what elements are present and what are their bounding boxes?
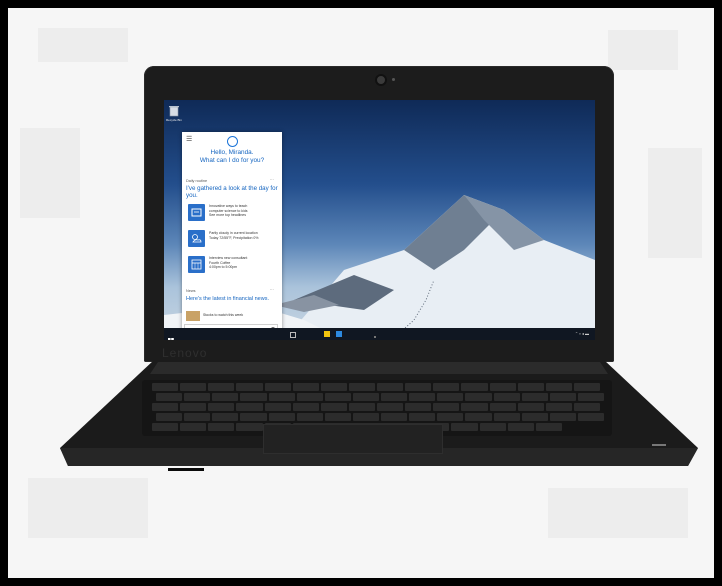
keyboard-key[interactable]	[535, 423, 562, 431]
keyboard-key[interactable]	[292, 383, 319, 391]
keyboard-key[interactable]	[180, 383, 207, 391]
keyboard-key[interactable]	[236, 383, 263, 391]
keyboard-key[interactable]	[208, 403, 235, 411]
keyboard-key[interactable]	[409, 413, 436, 421]
keyboard-key[interactable]	[577, 413, 604, 421]
keyboard-key[interactable]	[545, 383, 572, 391]
image-frame: Recycle Bin ☰ Hello, Miranda. What can I…	[0, 0, 722, 586]
keyboard-key[interactable]	[240, 413, 267, 421]
keyboard-key[interactable]	[348, 403, 375, 411]
keyboard-key[interactable]	[433, 383, 460, 391]
keyboard-key[interactable]	[381, 413, 408, 421]
keyboard-key[interactable]	[461, 383, 488, 391]
keyboard-key[interactable]	[264, 403, 291, 411]
keyboard-key[interactable]	[152, 423, 179, 431]
keyboard-key[interactable]	[236, 403, 263, 411]
keyboard-key[interactable]	[152, 403, 179, 411]
keyboard-key[interactable]	[489, 403, 516, 411]
keyboard-key[interactable]	[212, 393, 239, 401]
keyboard-key[interactable]	[152, 383, 179, 391]
touchpad[interactable]	[263, 424, 443, 454]
keyboard-key[interactable]	[208, 383, 235, 391]
keyboard-key[interactable]	[184, 393, 211, 401]
keyboard-key[interactable]	[517, 383, 544, 391]
keyboard-key[interactable]	[493, 413, 520, 421]
keyboard-key[interactable]	[573, 403, 600, 411]
keyboard-key[interactable]	[156, 413, 183, 421]
keyboard-key[interactable]	[324, 413, 351, 421]
keyboard-key[interactable]	[208, 423, 235, 431]
keyboard-key[interactable]	[268, 393, 295, 401]
keyboard-key[interactable]	[577, 393, 604, 401]
keyboard-key[interactable]	[296, 393, 323, 401]
keyboard-key[interactable]	[465, 413, 492, 421]
keyboard-key[interactable]	[184, 413, 211, 421]
keyboard-key[interactable]	[377, 383, 404, 391]
keyboard-key[interactable]	[507, 423, 534, 431]
keyboard-key[interactable]	[180, 423, 207, 431]
keyboard-key[interactable]	[212, 413, 239, 421]
keyboard-key[interactable]	[320, 383, 347, 391]
keyboard-key[interactable]	[324, 393, 351, 401]
keyboard-key[interactable]	[352, 393, 379, 401]
keyboard-key[interactable]	[521, 393, 548, 401]
keyboard-key[interactable]	[377, 403, 404, 411]
keyboard-key[interactable]	[240, 393, 267, 401]
keyboard-key[interactable]	[573, 383, 600, 391]
keyboard-key[interactable]	[517, 403, 544, 411]
keyboard-key[interactable]	[465, 393, 492, 401]
keyboard-key[interactable]	[381, 393, 408, 401]
keyboard-key[interactable]	[264, 383, 291, 391]
keyboard-key[interactable]	[405, 403, 432, 411]
keyboard-key[interactable]	[352, 413, 379, 421]
keyboard-key[interactable]	[296, 413, 323, 421]
keyboard-key[interactable]	[156, 393, 183, 401]
keyboard-key[interactable]	[479, 423, 506, 431]
photo-background: Recycle Bin ☰ Hello, Miranda. What can I…	[8, 8, 714, 578]
status-led	[652, 444, 666, 446]
keyboard-key[interactable]	[549, 413, 576, 421]
keyboard-key[interactable]	[489, 383, 516, 391]
laptop-base	[60, 360, 698, 466]
keyboard-key[interactable]	[236, 423, 263, 431]
keyboard-key[interactable]	[437, 393, 464, 401]
keyboard-key[interactable]	[545, 403, 572, 411]
keyboard-key[interactable]	[433, 403, 460, 411]
keyboard-key[interactable]	[437, 413, 464, 421]
keyboard-key[interactable]	[348, 383, 375, 391]
keyboard-key[interactable]	[180, 403, 207, 411]
keyboard-key[interactable]	[292, 403, 319, 411]
keyboard-key[interactable]	[320, 403, 347, 411]
keyboard-key[interactable]	[405, 383, 432, 391]
keyboard-key[interactable]	[268, 413, 295, 421]
keyboard-key[interactable]	[451, 423, 478, 431]
sd-card-slot	[168, 468, 204, 471]
keyboard-key[interactable]	[549, 393, 576, 401]
keyboard-key[interactable]	[461, 403, 488, 411]
keyboard-key[interactable]	[409, 393, 436, 401]
keyboard-key[interactable]	[493, 393, 520, 401]
keyboard-key[interactable]	[521, 413, 548, 421]
